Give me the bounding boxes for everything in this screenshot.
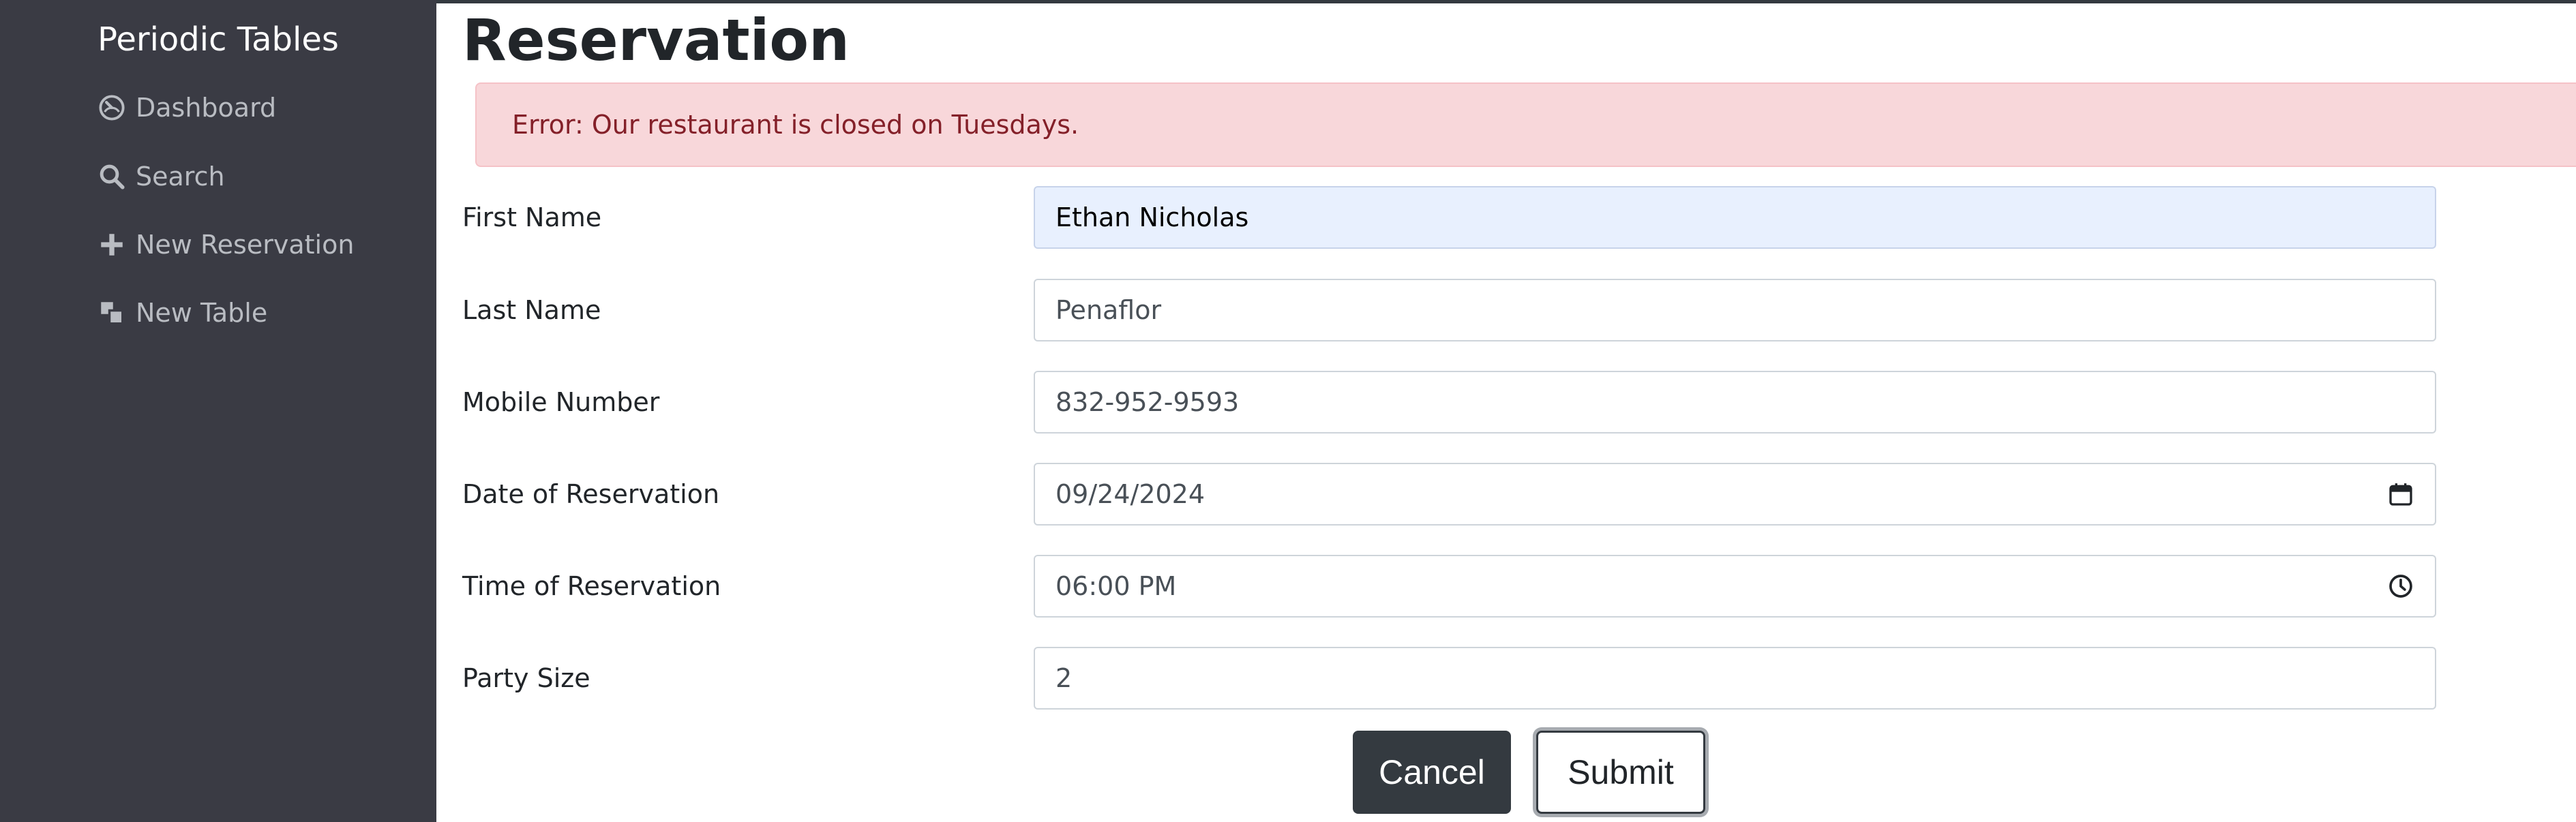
party-size-row: Party Size 2 — [462, 644, 2576, 712]
reservation-time-label: Time of Reservation — [462, 571, 721, 601]
mobile-number-value: 832-952-9593 — [1055, 387, 1240, 417]
mobile-number-label: Mobile Number — [462, 387, 660, 417]
plus-icon — [98, 230, 126, 259]
clock-icon[interactable] — [2387, 573, 2414, 600]
page-title: Reservation — [462, 7, 850, 74]
error-alert: Error: Our restaurant is closed on Tuesd… — [475, 82, 2576, 167]
reservation-time-row: Time of Reservation 06:00 PM — [462, 552, 2576, 620]
last-name-label: Last Name — [462, 295, 601, 325]
reservation-time-input[interactable]: 06:00 PM — [1034, 555, 2436, 618]
reservation-date-value: 09/24/2024 — [1055, 479, 1205, 509]
sidebar-item-new-table[interactable]: New Table — [98, 291, 267, 335]
last-name-value: Penaflor — [1055, 295, 1162, 325]
last-name-input[interactable]: Penaflor — [1034, 279, 2436, 341]
sidebar-item-label: Search — [136, 162, 225, 192]
submit-button[interactable]: Submit — [1536, 731, 1705, 814]
reservation-date-input[interactable]: 09/24/2024 — [1034, 463, 2436, 526]
search-icon — [98, 162, 126, 191]
first-name-input[interactable]: Ethan Nicholas — [1034, 186, 2436, 249]
table-icon — [98, 299, 126, 327]
reservation-time-value: 06:00 PM — [1055, 571, 1177, 601]
calendar-icon[interactable] — [2387, 481, 2414, 508]
sidebar: Periodic Tables Dashboard Search New Res… — [0, 0, 436, 822]
mobile-number-input[interactable]: 832-952-9593 — [1034, 371, 2436, 433]
reservation-date-label: Date of Reservation — [462, 479, 720, 509]
brand-title: Periodic Tables — [98, 20, 339, 59]
party-size-input[interactable]: 2 — [1034, 647, 2436, 710]
party-size-label: Party Size — [462, 663, 590, 693]
sidebar-item-label: New Reservation — [136, 230, 355, 260]
cancel-button[interactable]: Cancel — [1353, 731, 1511, 814]
last-name-row: Last Name Penaflor — [462, 276, 2576, 344]
sidebar-item-label: New Table — [136, 298, 268, 328]
main-content: Reservation Error: Our restaurant is clo… — [436, 3, 2576, 822]
first-name-label: First Name — [462, 202, 602, 232]
sidebar-item-new-reservation[interactable]: New Reservation — [98, 223, 354, 267]
sidebar-item-search[interactable]: Search — [98, 155, 225, 198]
mobile-number-row: Mobile Number 832-952-9593 — [462, 368, 2576, 436]
sidebar-item-dashboard[interactable]: Dashboard — [98, 86, 276, 130]
sidebar-item-label: Dashboard — [136, 93, 277, 123]
reservation-date-row: Date of Reservation 09/24/2024 — [462, 460, 2576, 528]
dashboard-icon — [98, 93, 126, 122]
first-name-value: Ethan Nicholas — [1055, 202, 1249, 232]
first-name-row: First Name Ethan Nicholas — [462, 183, 2576, 252]
party-size-value: 2 — [1055, 663, 1073, 693]
